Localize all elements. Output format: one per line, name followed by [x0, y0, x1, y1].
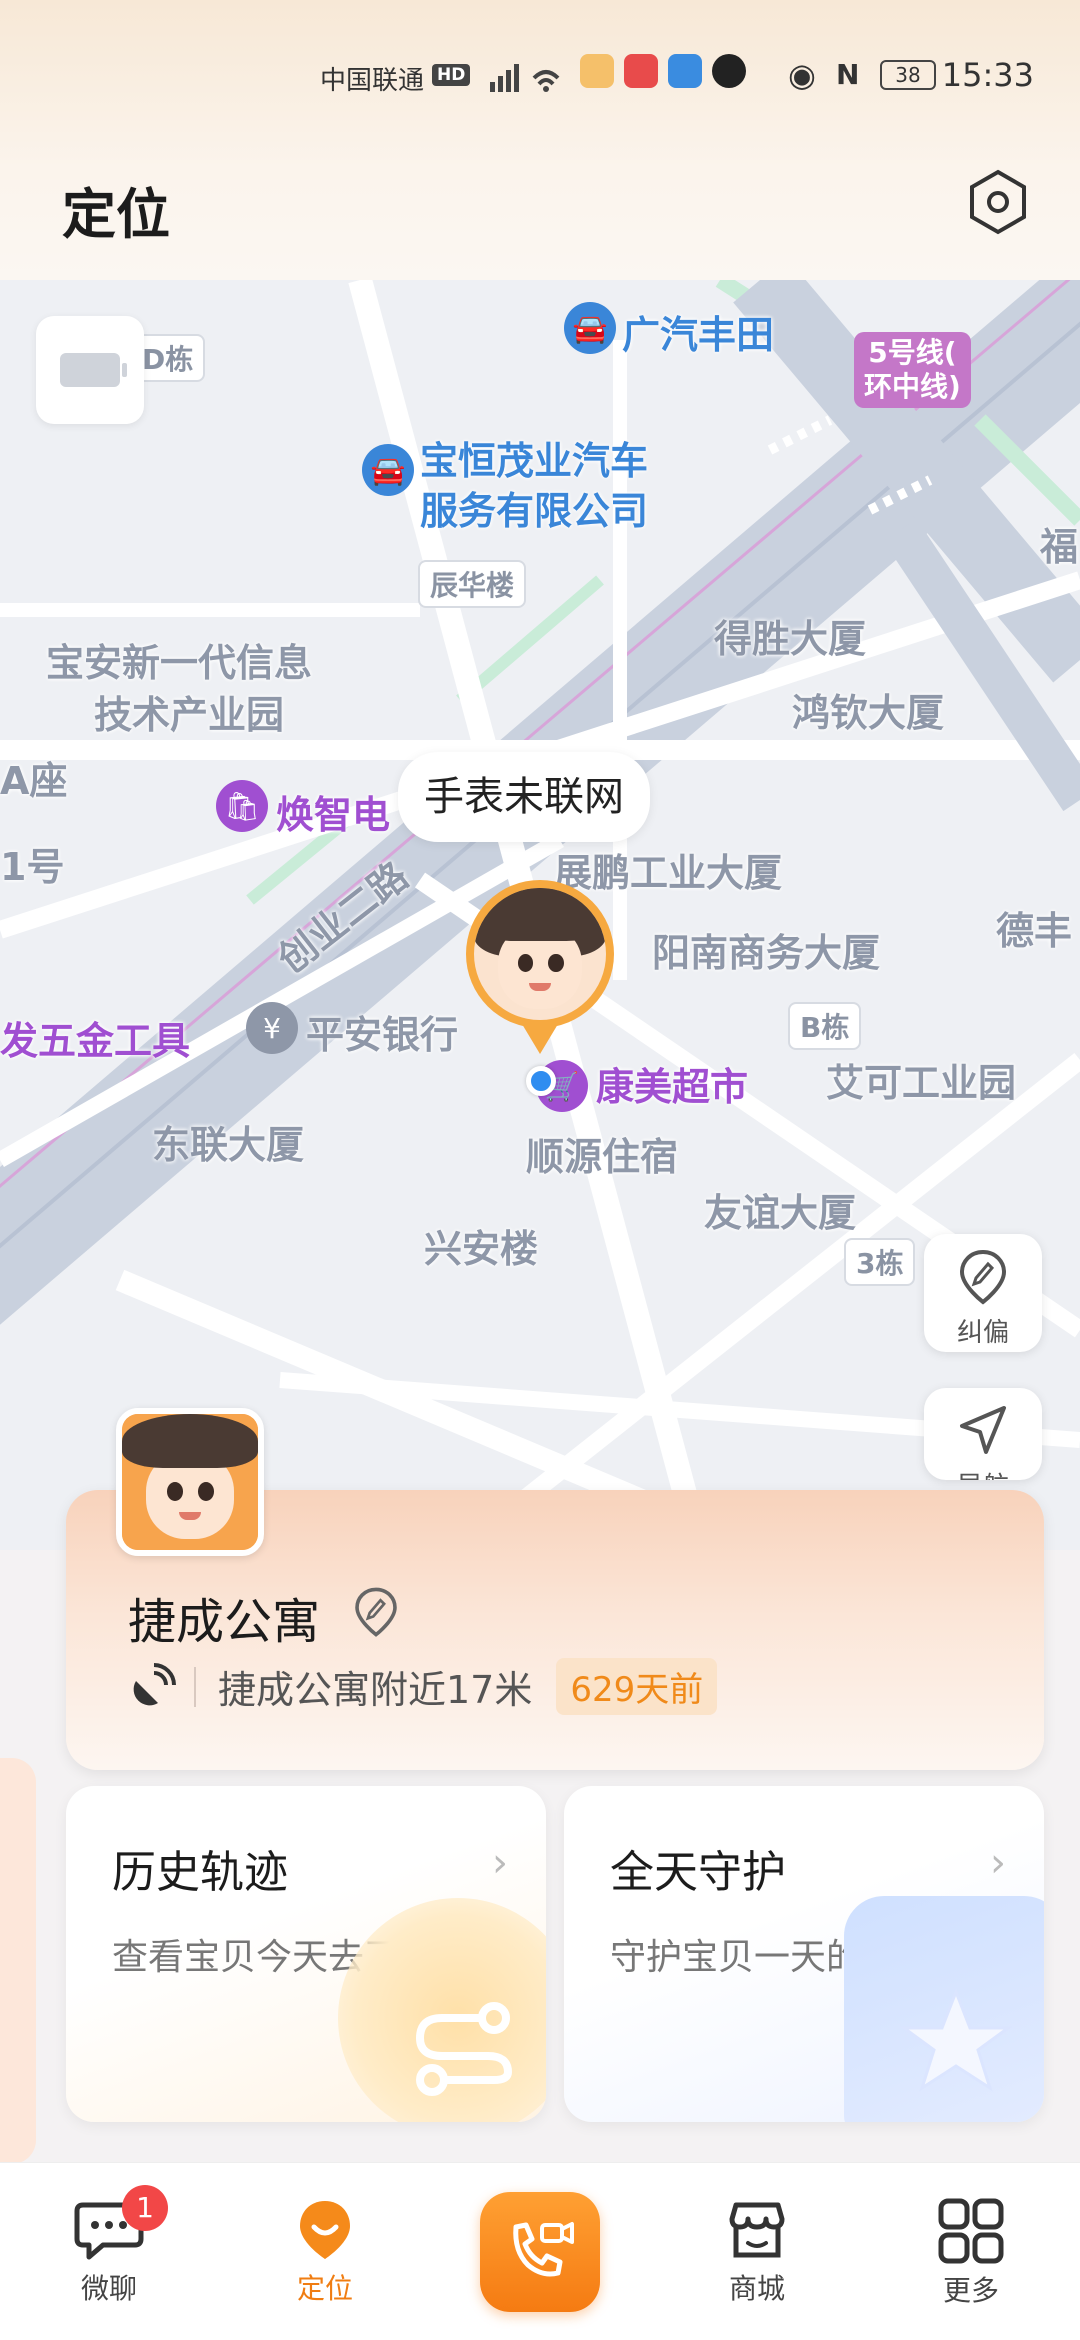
child-profile-avatar[interactable] [116, 1408, 264, 1556]
poi-yangnan[interactable]: 阳南商务大厦 [652, 922, 880, 977]
location-name: 捷成公寓 [128, 1594, 321, 1650]
navigate-label: 导航 [957, 1472, 1009, 1480]
history-track-card[interactable]: 历史轨迹 › 查看宝贝今天去了哪里 [66, 1786, 546, 2122]
location-edit-icon[interactable] [348, 1584, 404, 1644]
poi-aike[interactable]: 艾可工业园 [826, 1052, 1016, 1107]
notification-icons [580, 54, 746, 88]
nav-mall[interactable]: 商城 [692, 2197, 822, 2307]
all-day-guard-title: 全天守护 [610, 1847, 786, 1898]
poi-hardware[interactable]: 发五金工具 [0, 1010, 190, 1065]
location-pin-icon [300, 2201, 350, 2259]
satellite-icon [133, 1662, 176, 1705]
status-bar: 中国联通 HD ◉ N 38 15:33 [0, 52, 1080, 104]
poi-zhanpeng[interactable]: 展鹏工业大厦 [554, 842, 782, 897]
poi-baoan-park-line1[interactable]: 宝安新一代信息 [46, 632, 312, 687]
page-title: 定位 [62, 183, 170, 246]
pin-edit-icon [959, 1249, 1007, 1305]
child-avatar-face [122, 1414, 258, 1550]
poi-youyi[interactable]: 友谊大厦 [704, 1182, 856, 1237]
poi-huanzhi[interactable]: 焕智电 [276, 784, 390, 839]
correct-location-button[interactable]: 纠偏 [924, 1234, 1042, 1352]
location-age-badge: 629天前 [556, 1658, 718, 1715]
poi-pingan[interactable]: 平安银行 [306, 1004, 458, 1059]
signal-icon [490, 58, 570, 102]
bank-poi-icon: ¥ [246, 1002, 298, 1054]
watch-battery-chip[interactable] [36, 316, 144, 424]
current-location-dot [526, 1066, 556, 1096]
nav-chat-label: 微聊 [80, 2272, 137, 2305]
app-notification-icon [580, 54, 614, 88]
chat-unread-badge: 1 [122, 2185, 168, 2231]
nav-location[interactable]: 定位 [260, 2197, 390, 2307]
poi-building3[interactable]: 3栋 [844, 1238, 916, 1286]
store-icon [729, 2202, 785, 2258]
chevron-right-icon: › [990, 1840, 1006, 1886]
watch-offline-bubble: 手表未联网 [398, 752, 650, 842]
poi-donglian[interactable]: 东联大厦 [152, 1114, 304, 1169]
left-card-peek[interactable] [0, 1758, 36, 2164]
settings-button[interactable] [964, 168, 1032, 236]
chevron-right-icon: › [492, 1840, 508, 1886]
battery-icon [60, 353, 127, 387]
child-location-pin[interactable] [466, 880, 614, 1054]
eye-comfort-icon: ◉ [788, 56, 816, 94]
map-notification-icon [668, 54, 702, 88]
navigation-arrow-icon [960, 1406, 1006, 1454]
poi-kangmei[interactable]: 康美超市 [596, 1056, 748, 1111]
location-detail-row: 捷成公寓附近17米 629天前 [128, 1658, 718, 1715]
poi-defeng[interactable]: 德丰 [996, 900, 1072, 955]
poi-a-block[interactable]: A座 [0, 750, 67, 805]
poi-desheng[interactable]: 得胜大厦 [714, 608, 866, 663]
battery-indicator: 38 [880, 60, 936, 90]
location-detail: 捷成公寓附近17米 [218, 1668, 533, 1712]
poi-hongqin[interactable]: 鸿钦大厦 [792, 682, 944, 737]
hd-badge: HD [432, 64, 471, 86]
poi-chenhua[interactable]: 辰华楼 [418, 560, 527, 608]
carrier-label: 中国联通 [320, 66, 425, 96]
video-call-button[interactable] [480, 2192, 600, 2312]
grid-icon [938, 2198, 1004, 2264]
all-day-guard-card[interactable]: 全天守护 › 守护宝贝一天的行程 [564, 1786, 1044, 2122]
poi-no1[interactable]: 1号 [0, 836, 64, 891]
correct-label: 纠偏 [956, 1318, 1009, 1348]
settings-hexagon-icon [970, 169, 1026, 235]
poi-shunyuan[interactable]: 顺源住宿 [526, 1126, 678, 1181]
nav-more[interactable]: 更多 [906, 2197, 1036, 2309]
history-track-title: 历史轨迹 [112, 1847, 288, 1898]
poi-gac-toyota[interactable]: 广汽丰田 [622, 304, 774, 359]
navigate-button[interactable]: 导航 [924, 1388, 1042, 1480]
nfc-icon: N [836, 58, 860, 91]
poi-b-building[interactable]: B栋 [788, 1002, 862, 1050]
poi-fu[interactable]: 福 [1040, 516, 1078, 571]
nav-chat[interactable]: 1 微聊 [44, 2185, 174, 2307]
route-icon [415, 2002, 513, 2096]
car-poi-icon: 🚘 [564, 302, 616, 354]
shop-poi-icon: 🛍 [216, 780, 268, 832]
map-view[interactable]: D栋 🚘 广汽丰田 5号线( 环中线) 🚘 宝恒茂业汽车 服务有限公司 福 辰华… [0, 280, 1080, 1550]
car-service-poi-icon: 🚘 [362, 444, 414, 496]
store-notification-icon [624, 54, 658, 88]
top-bar: 中国联通 HD ◉ N 38 15:33 定位 [0, 0, 1080, 280]
poi-baoan-park-line2[interactable]: 技术产业园 [94, 684, 284, 739]
nav-mall-label: 商城 [728, 2272, 785, 2305]
poi-xingan[interactable]: 兴安楼 [424, 1218, 538, 1273]
child-avatar [474, 888, 606, 1020]
star-icon [899, 1987, 1013, 2092]
nav-location-label: 定位 [296, 2272, 353, 2305]
metro-line-label[interactable]: 5号线( 环中线) [854, 332, 971, 408]
clock: 15:33 [941, 56, 1034, 94]
nav-more-label: 更多 [942, 2274, 999, 2307]
poi-baoheng-line2[interactable]: 服务有限公司 [420, 480, 648, 535]
phone-video-icon [513, 2222, 574, 2277]
poi-baoheng-line1[interactable]: 宝恒茂业汽车 [420, 430, 648, 485]
qq-notification-icon [712, 54, 746, 88]
